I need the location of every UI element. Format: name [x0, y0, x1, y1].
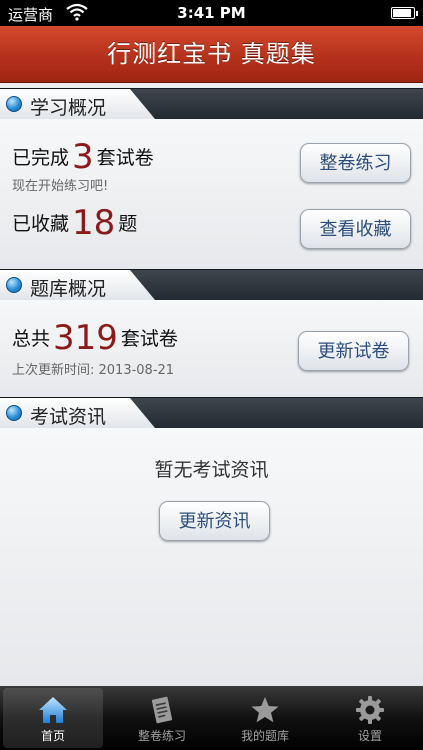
favorites-prefix: 已收藏 — [12, 213, 70, 235]
tab-settings-label: 设置 — [357, 729, 382, 743]
update-papers-button[interactable]: 更新试卷 — [298, 331, 409, 371]
tab-my-bank[interactable]: 我的题库 — [215, 688, 315, 748]
news-panel: 暂无考试资讯 更新资讯 — [0, 428, 423, 686]
practice-hint: 现在开始练习吧! — [12, 179, 109, 194]
tab-home-label: 首页 — [40, 729, 65, 743]
section-title-news: 考试资讯 — [30, 406, 107, 428]
star-icon — [251, 697, 279, 723]
full-exam-practice-button[interactable]: 整卷练习 — [300, 143, 411, 183]
favorites-count: 18 — [72, 203, 116, 243]
completed-count: 3 — [72, 137, 94, 177]
gear-icon — [356, 696, 384, 724]
battery-icon — [391, 7, 418, 19]
bank-panel: 总共319 套试卷 上次更新时间: 2013-08-21 更新试卷 — [0, 300, 423, 397]
bullet-icon — [6, 96, 22, 112]
empty-news-message: 暂无考试资讯 — [154, 459, 269, 481]
tab-home[interactable]: 首页 — [3, 688, 103, 748]
section-header-study: 学习概况 — [0, 88, 423, 120]
completed-suffix: 套试卷 — [96, 147, 154, 169]
section-header-news: 考试资讯 — [0, 397, 423, 429]
total-suffix: 套试卷 — [120, 328, 178, 350]
page-title: 行测红宝书 真题集 — [0, 26, 423, 83]
tab-full-exam-label: 整卷练习 — [137, 729, 186, 743]
tab-full-exam[interactable]: 整卷练习 — [112, 688, 212, 748]
bullet-icon — [6, 277, 22, 293]
bullet-icon — [6, 405, 22, 421]
completed-row: 已完成3 套试卷 — [12, 137, 154, 177]
home-icon — [39, 697, 67, 723]
section-header-bank: 题库概况 — [0, 269, 423, 301]
study-panel: 已完成3 套试卷 现在开始练习吧! 已收藏18 题 整卷练习 查看收藏 — [0, 119, 423, 269]
clock: 3:41 PM — [177, 4, 246, 22]
favorites-suffix: 题 — [118, 213, 138, 235]
section-title-study: 学习概况 — [30, 97, 107, 119]
exam-paper-icon — [151, 696, 173, 724]
total-count: 319 — [53, 318, 118, 358]
tab-bar: 首页 整卷练习 我的题库 设置 — [0, 686, 423, 750]
update-news-button[interactable]: 更新资讯 — [159, 501, 270, 541]
view-favorites-button[interactable]: 查看收藏 — [300, 209, 411, 249]
total-papers-row: 总共319 套试卷 — [12, 318, 178, 358]
status-bar: 运营商 3:41 PM — [0, 0, 423, 26]
last-update-time: 上次更新时间: 2013-08-21 — [12, 363, 175, 378]
completed-prefix: 已完成 — [12, 147, 70, 169]
total-prefix: 总共 — [12, 328, 51, 350]
tab-my-bank-label: 我的题库 — [240, 729, 289, 743]
tab-settings[interactable]: 设置 — [320, 688, 420, 748]
section-title-bank: 题库概况 — [30, 278, 107, 300]
favorites-row: 已收藏18 题 — [12, 203, 137, 243]
